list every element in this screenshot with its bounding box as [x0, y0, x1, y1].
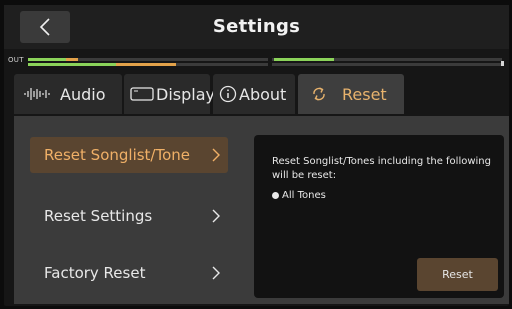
reset-description: Reset Songlist/Tones including the follo… — [272, 156, 491, 181]
back-button[interactable] — [20, 11, 70, 43]
reset-detail-panel: Reset Songlist/Tones including the follo… — [254, 135, 504, 298]
audio-waveform-icon — [24, 87, 54, 101]
tab-audio[interactable]: Audio — [14, 74, 122, 114]
menu-item-reset-settings[interactable]: Reset Settings — [30, 198, 228, 234]
reset-button[interactable]: Reset — [417, 258, 498, 291]
tab-display-label: Display — [156, 84, 215, 104]
meter-hot-left-2 — [116, 63, 176, 66]
info-icon — [219, 85, 237, 103]
meter-fill-left-2 — [28, 63, 116, 66]
bullet-dot-icon — [272, 192, 279, 199]
output-level-meter: OUT — [4, 55, 509, 69]
tab-display[interactable]: Display — [124, 74, 215, 114]
menu-item-factory-reset[interactable]: Factory Reset — [30, 255, 228, 291]
chevron-left-icon — [39, 18, 50, 36]
meter-label: OUT — [8, 56, 24, 64]
header-bar: Settings — [4, 5, 509, 49]
reset-content-area: Reset Songlist/Tone Reset Settings Facto… — [14, 116, 509, 304]
tab-reset[interactable]: Reset — [298, 74, 404, 114]
settings-tabs: Audio Display About Reset — [4, 74, 509, 114]
display-icon — [130, 87, 154, 101]
tab-reset-label: Reset — [342, 84, 387, 104]
meter-fill-right — [274, 58, 334, 61]
tab-about-label: About — [239, 84, 287, 104]
page-title: Settings — [212, 16, 301, 37]
reset-icon — [310, 85, 328, 103]
chevron-right-icon — [212, 255, 220, 291]
tab-audio-label: Audio — [60, 84, 106, 104]
menu-item-reset-songlist-tone[interactable]: Reset Songlist/Tone — [30, 137, 228, 173]
menu-item-label: Factory Reset — [44, 264, 146, 282]
menu-item-label: Reset Songlist/Tone — [44, 146, 191, 164]
menu-item-label: Reset Settings — [44, 207, 153, 225]
chevron-right-icon — [212, 198, 220, 234]
reset-bullet-item: All Tones — [272, 190, 326, 201]
meter-hot-left — [66, 58, 78, 61]
settings-screen: Settings OUT Audio Display About Reset R… — [4, 5, 509, 306]
chevron-right-icon — [212, 137, 220, 173]
meter-track-right-2 — [272, 63, 502, 66]
reset-bullet-label: All Tones — [282, 190, 326, 201]
meter-peak-indicator — [501, 61, 504, 66]
tab-about[interactable]: About — [213, 74, 295, 114]
